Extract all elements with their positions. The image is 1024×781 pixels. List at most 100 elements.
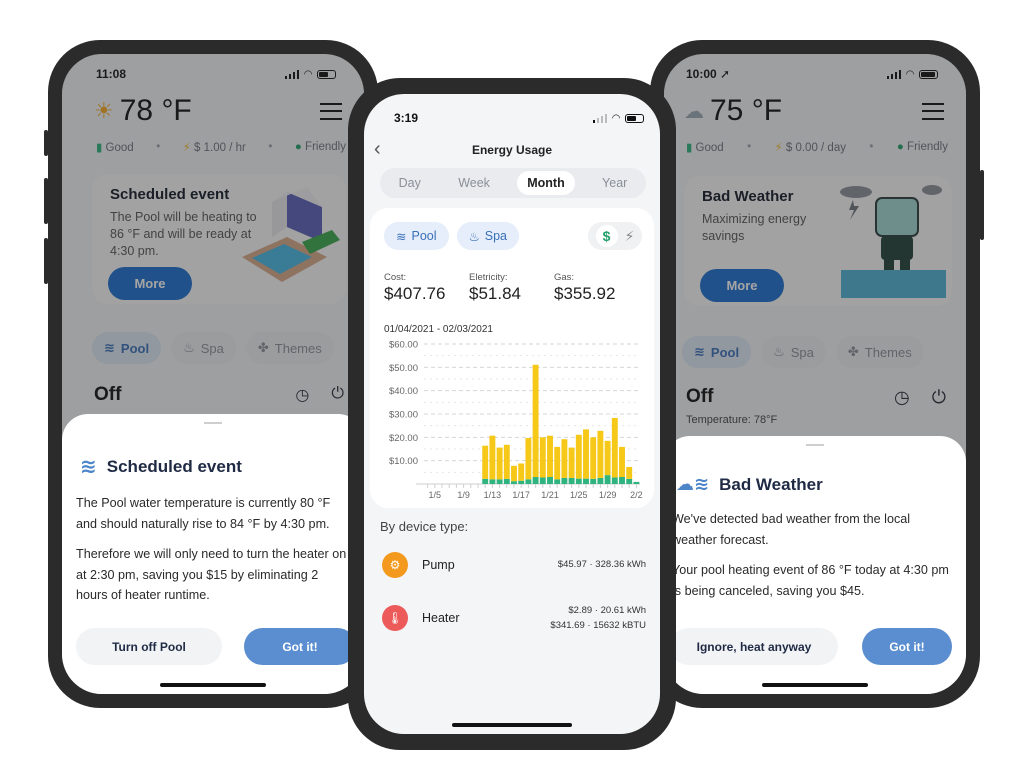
tab-pool[interactable]: ≋ Pool [682, 336, 752, 368]
promo-title: Scheduled event [110, 186, 230, 203]
battery-icon [317, 69, 336, 79]
bar-electricity-1-15 [503, 478, 510, 484]
device-values: $45.97 · 328.36 kWh [558, 557, 646, 572]
stats-row: ▮ Good • ⚡ $ 1.00 / hr • ● Friendly [96, 141, 346, 154]
tab-themes[interactable]: ✤ Themes [835, 336, 924, 368]
dollar-icon[interactable]: $ [595, 225, 618, 247]
power-state-row: Off ◷ ⏻ [686, 386, 946, 408]
right-screen: 10:00 ➚ ◠ ☁ 75 °F ▮ Good • ⚡ $ 0.00 / da… [664, 54, 966, 694]
cost-summary: Cost: $407.76 Eletricity: $51.84 Gas: $3… [384, 272, 639, 304]
bar-electricity-1-12 [482, 478, 489, 484]
turn-off-pool-button[interactable]: Turn off Pool [76, 628, 222, 665]
period-month[interactable]: Month [517, 171, 575, 195]
power-icon[interactable]: ⏻ [932, 387, 946, 408]
eco-label: Friendly [907, 141, 948, 153]
cost-gas: Gas: $355.92 [554, 272, 639, 304]
cost-label: Gas: [554, 272, 575, 283]
cost-electricity: Eletricity: $51.84 [469, 272, 554, 304]
sheet-handle[interactable] [204, 422, 222, 424]
ignore-heat-anyway-button[interactable]: Ignore, heat anyway [670, 628, 838, 665]
chip-spa[interactable]: ♨ Spa [456, 222, 519, 250]
bar-gas-1-14 [496, 447, 503, 480]
battery-icon [625, 113, 644, 123]
bar-gas-2-1 [626, 466, 633, 479]
sheet-paragraph: Your pool heating event of 86 °F today a… [672, 563, 949, 598]
bar-electricity-1-13 [489, 479, 496, 484]
schedule-icon[interactable]: ◷ [894, 387, 910, 408]
page-title: Energy Usage [471, 143, 553, 157]
period-year[interactable]: Year [592, 171, 637, 195]
palm-tree-icon: ✤ [847, 344, 859, 359]
palm-tree-icon: ✤ [257, 340, 269, 355]
pool-icon: ≋ [694, 344, 705, 359]
weather-header: ☁ 75 °F [684, 94, 944, 128]
device-name: Pump [422, 557, 455, 572]
menu-icon[interactable] [922, 102, 944, 120]
cost-value: $51.84 [469, 284, 521, 303]
stats-row: ▮ Good • ⚡ $ 0.00 / day • ● Friendly [686, 141, 948, 154]
bottom-sheet: ≋ Scheduled event The Pool water tempera… [62, 414, 364, 694]
energy-rate-label: $ 1.00 / hr [194, 142, 246, 154]
bar-electricity-1-30 [611, 477, 618, 484]
left-screen: 11:08 ◠ ☀ 78 °F ▮ Good • ⚡ $ 1.00 / hr •… [62, 54, 364, 694]
more-button[interactable]: More [108, 267, 192, 300]
bar-electricity-1-18 [525, 479, 532, 484]
tab-pool[interactable]: ≋ Pool [92, 332, 162, 364]
promo-card: Scheduled event The Pool will be heating… [92, 174, 346, 304]
eco-label: Friendly [305, 141, 346, 153]
cost-label: Cost: [384, 272, 407, 283]
period-day[interactable]: Day [389, 171, 431, 195]
power-state-row: Off ◷ ⏻ [94, 384, 344, 406]
x-tick-label: 1/29 [599, 490, 617, 500]
bar-gas-1-31 [619, 446, 625, 477]
power-icon[interactable]: ⏻ [331, 385, 344, 405]
pool-ladder-icon: ≋ [80, 456, 97, 478]
tab-spa-label: Spa [200, 340, 224, 356]
status-time: 11:08 [96, 67, 127, 81]
tab-themes-label: Themes [274, 340, 322, 356]
menu-icon[interactable] [320, 102, 342, 120]
cost-energy-toggle[interactable]: $ ⚡ [588, 222, 642, 250]
cost-label: Eletricity: [469, 272, 508, 283]
device-row-heater[interactable]: 🌡 Heater $2.89 · 20.61 kWh $341.69 · 156… [382, 595, 646, 640]
sheet-paragraph: The Pool water temperature is currently … [76, 496, 331, 531]
bolt-icon: ⚡ [774, 142, 783, 154]
cost-total: Cost: $407.76 [384, 272, 469, 304]
status-time: 10:00 ➚ [686, 67, 731, 81]
nav-bar: ‹ Energy Usage [364, 138, 660, 162]
more-button[interactable]: More [700, 269, 784, 302]
x-tick-label: 1/21 [541, 490, 559, 500]
bar-gas-1-13 [489, 435, 496, 480]
leaf-icon: ● [896, 141, 904, 153]
got-it-button[interactable]: Got it! [244, 628, 356, 665]
y-tick-label: $20.00 [389, 433, 418, 444]
storm-wind-icon: ☁≋ [676, 474, 710, 494]
period-week[interactable]: Week [448, 171, 500, 195]
middle-screen: 3:19 ◠ ‹ Energy Usage Day Week Month Yea… [364, 94, 660, 734]
tab-themes-label: Themes [864, 344, 912, 360]
bad-weather-robot-illustration [840, 185, 946, 298]
temperature-sublabel: Temperature: 78°F [686, 414, 778, 426]
wifi-icon: ◠ [906, 68, 914, 80]
tab-themes[interactable]: ✤ Themes [245, 332, 334, 364]
bolt-icon[interactable]: ⚡ [625, 228, 635, 245]
schedule-icon[interactable]: ◷ [295, 385, 309, 405]
mute-switch [44, 130, 48, 156]
got-it-button[interactable]: Got it! [862, 628, 952, 665]
chip-pool[interactable]: ≋ Pool [384, 222, 449, 250]
back-chevron-icon[interactable]: ‹ [374, 138, 381, 161]
temperature: 78 °F [119, 94, 192, 127]
y-tick-label: $50.00 [389, 363, 418, 374]
tab-spa[interactable]: ♨ Spa [171, 332, 236, 364]
promo-card: Bad Weather Maximizing energy savings Mo… [684, 176, 952, 306]
tab-pool-label: Pool [120, 340, 150, 356]
thermometer-icon: 🌡 [382, 604, 408, 631]
tab-spa[interactable]: ♨ Spa [761, 336, 826, 368]
device-row-pump[interactable]: ⚙ Pump $45.97 · 328.36 kWh [382, 542, 646, 587]
period-selector: Day Week Month Year [380, 168, 646, 198]
bar-gas-1-15 [503, 444, 510, 479]
sheet-handle[interactable] [806, 444, 824, 446]
y-tick-label: $10.00 [389, 456, 418, 467]
y-tick-label: $30.00 [389, 410, 418, 421]
device-name: Heater [422, 610, 460, 625]
